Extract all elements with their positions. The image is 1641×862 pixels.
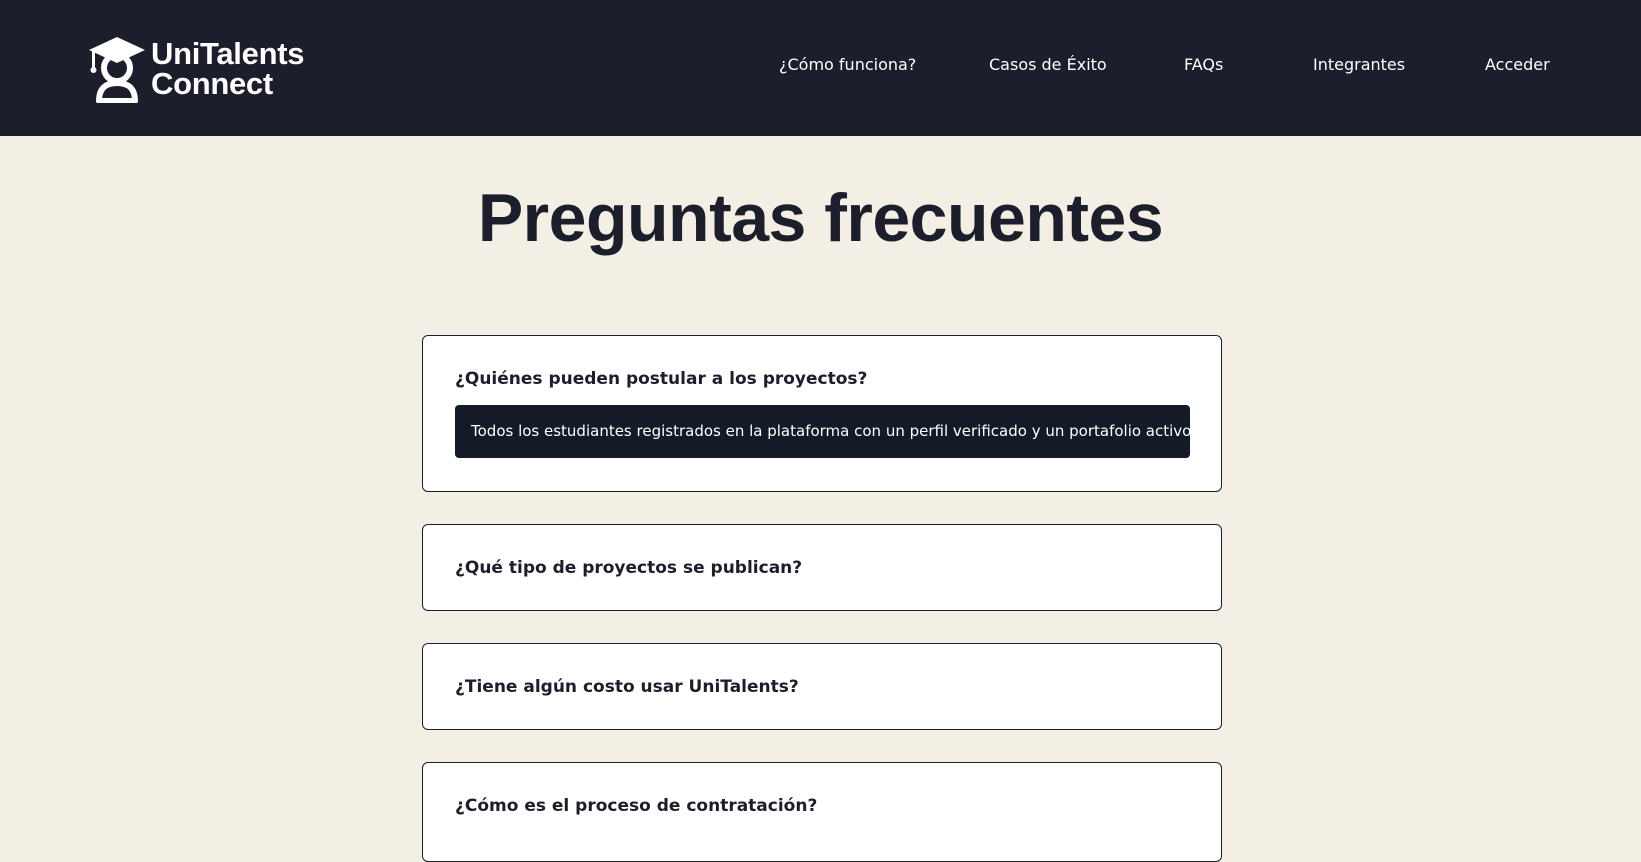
faq-question[interactable]: ¿Tiene algún costo usar UniTalents? xyxy=(455,676,799,698)
main-nav: ¿Cómo funciona? Casos de Éxito FAQs Inte… xyxy=(0,55,1641,79)
faq-question[interactable]: ¿Cómo es el proceso de contratación? xyxy=(455,795,817,817)
nav-link-acceder[interactable]: Acceder xyxy=(1485,55,1550,75)
faq-item[interactable]: ¿Qué tipo de proyectos se publican? xyxy=(422,524,1222,611)
nav-link-casos-de-exito[interactable]: Casos de Éxito xyxy=(989,55,1107,75)
top-navbar: UniTalents Connect ¿Cómo funciona? Casos… xyxy=(0,0,1641,136)
nav-link-faqs[interactable]: FAQs xyxy=(1184,55,1223,75)
nav-link-como-funciona[interactable]: ¿Cómo funciona? xyxy=(779,55,916,75)
nav-link-integrantes[interactable]: Integrantes xyxy=(1313,55,1405,75)
faq-item[interactable]: ¿Cómo es el proceso de contratación? xyxy=(422,762,1222,862)
faq-item[interactable]: ¿Quiénes pueden postular a los proyectos… xyxy=(422,335,1222,492)
faq-answer: Todos los estudiantes registrados en la … xyxy=(455,405,1190,458)
page-title: Preguntas frecuentes xyxy=(477,180,1164,256)
faq-item[interactable]: ¿Tiene algún costo usar UniTalents? xyxy=(422,643,1222,730)
faq-question[interactable]: ¿Qué tipo de proyectos se publican? xyxy=(455,557,802,579)
faq-question[interactable]: ¿Quiénes pueden postular a los proyectos… xyxy=(455,368,867,390)
